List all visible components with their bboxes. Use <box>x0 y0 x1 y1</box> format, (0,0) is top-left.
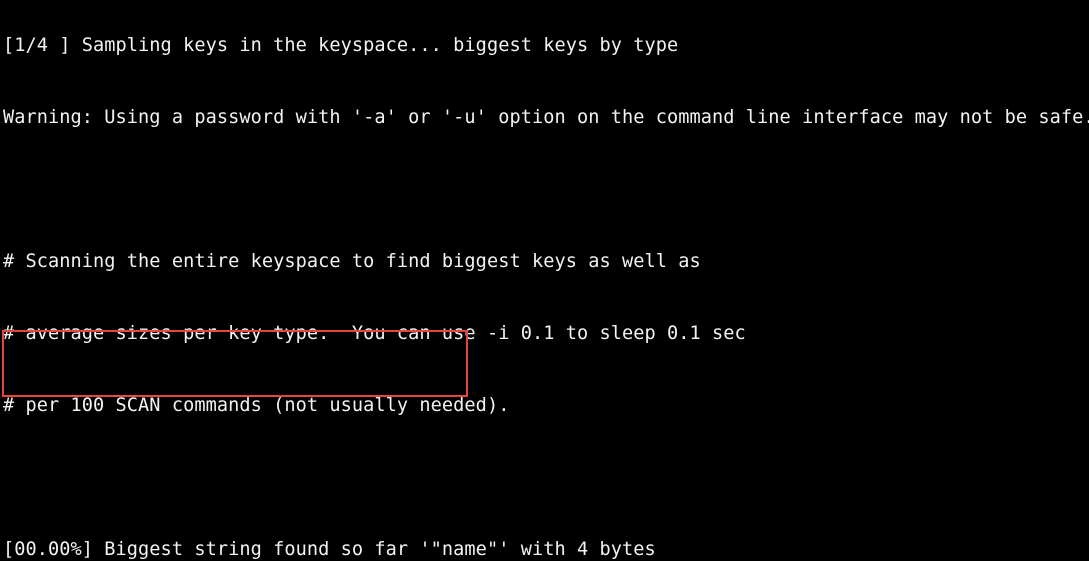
terminal-line-biggest-string-progress: [00.00%] Biggest string found so far '"n… <box>3 539 656 560</box>
terminal-line: # Scanning the entire keyspace to find b… <box>3 251 701 272</box>
terminal-window[interactable]: [1/4 ] Sampling keys in the keyspace... … <box>0 0 1089 561</box>
terminal-line: [1/4 ] Sampling keys in the keyspace... … <box>3 35 679 56</box>
terminal-line-warning: Warning: Using a password with '-a' or '… <box>3 107 1089 128</box>
terminal-line: # per 100 SCAN commands (not usually nee… <box>3 395 510 416</box>
terminal-line: # average sizes per key type. You can us… <box>3 323 746 344</box>
terminal-output[interactable]: [1/4 ] Sampling keys in the keyspace... … <box>3 0 1089 561</box>
